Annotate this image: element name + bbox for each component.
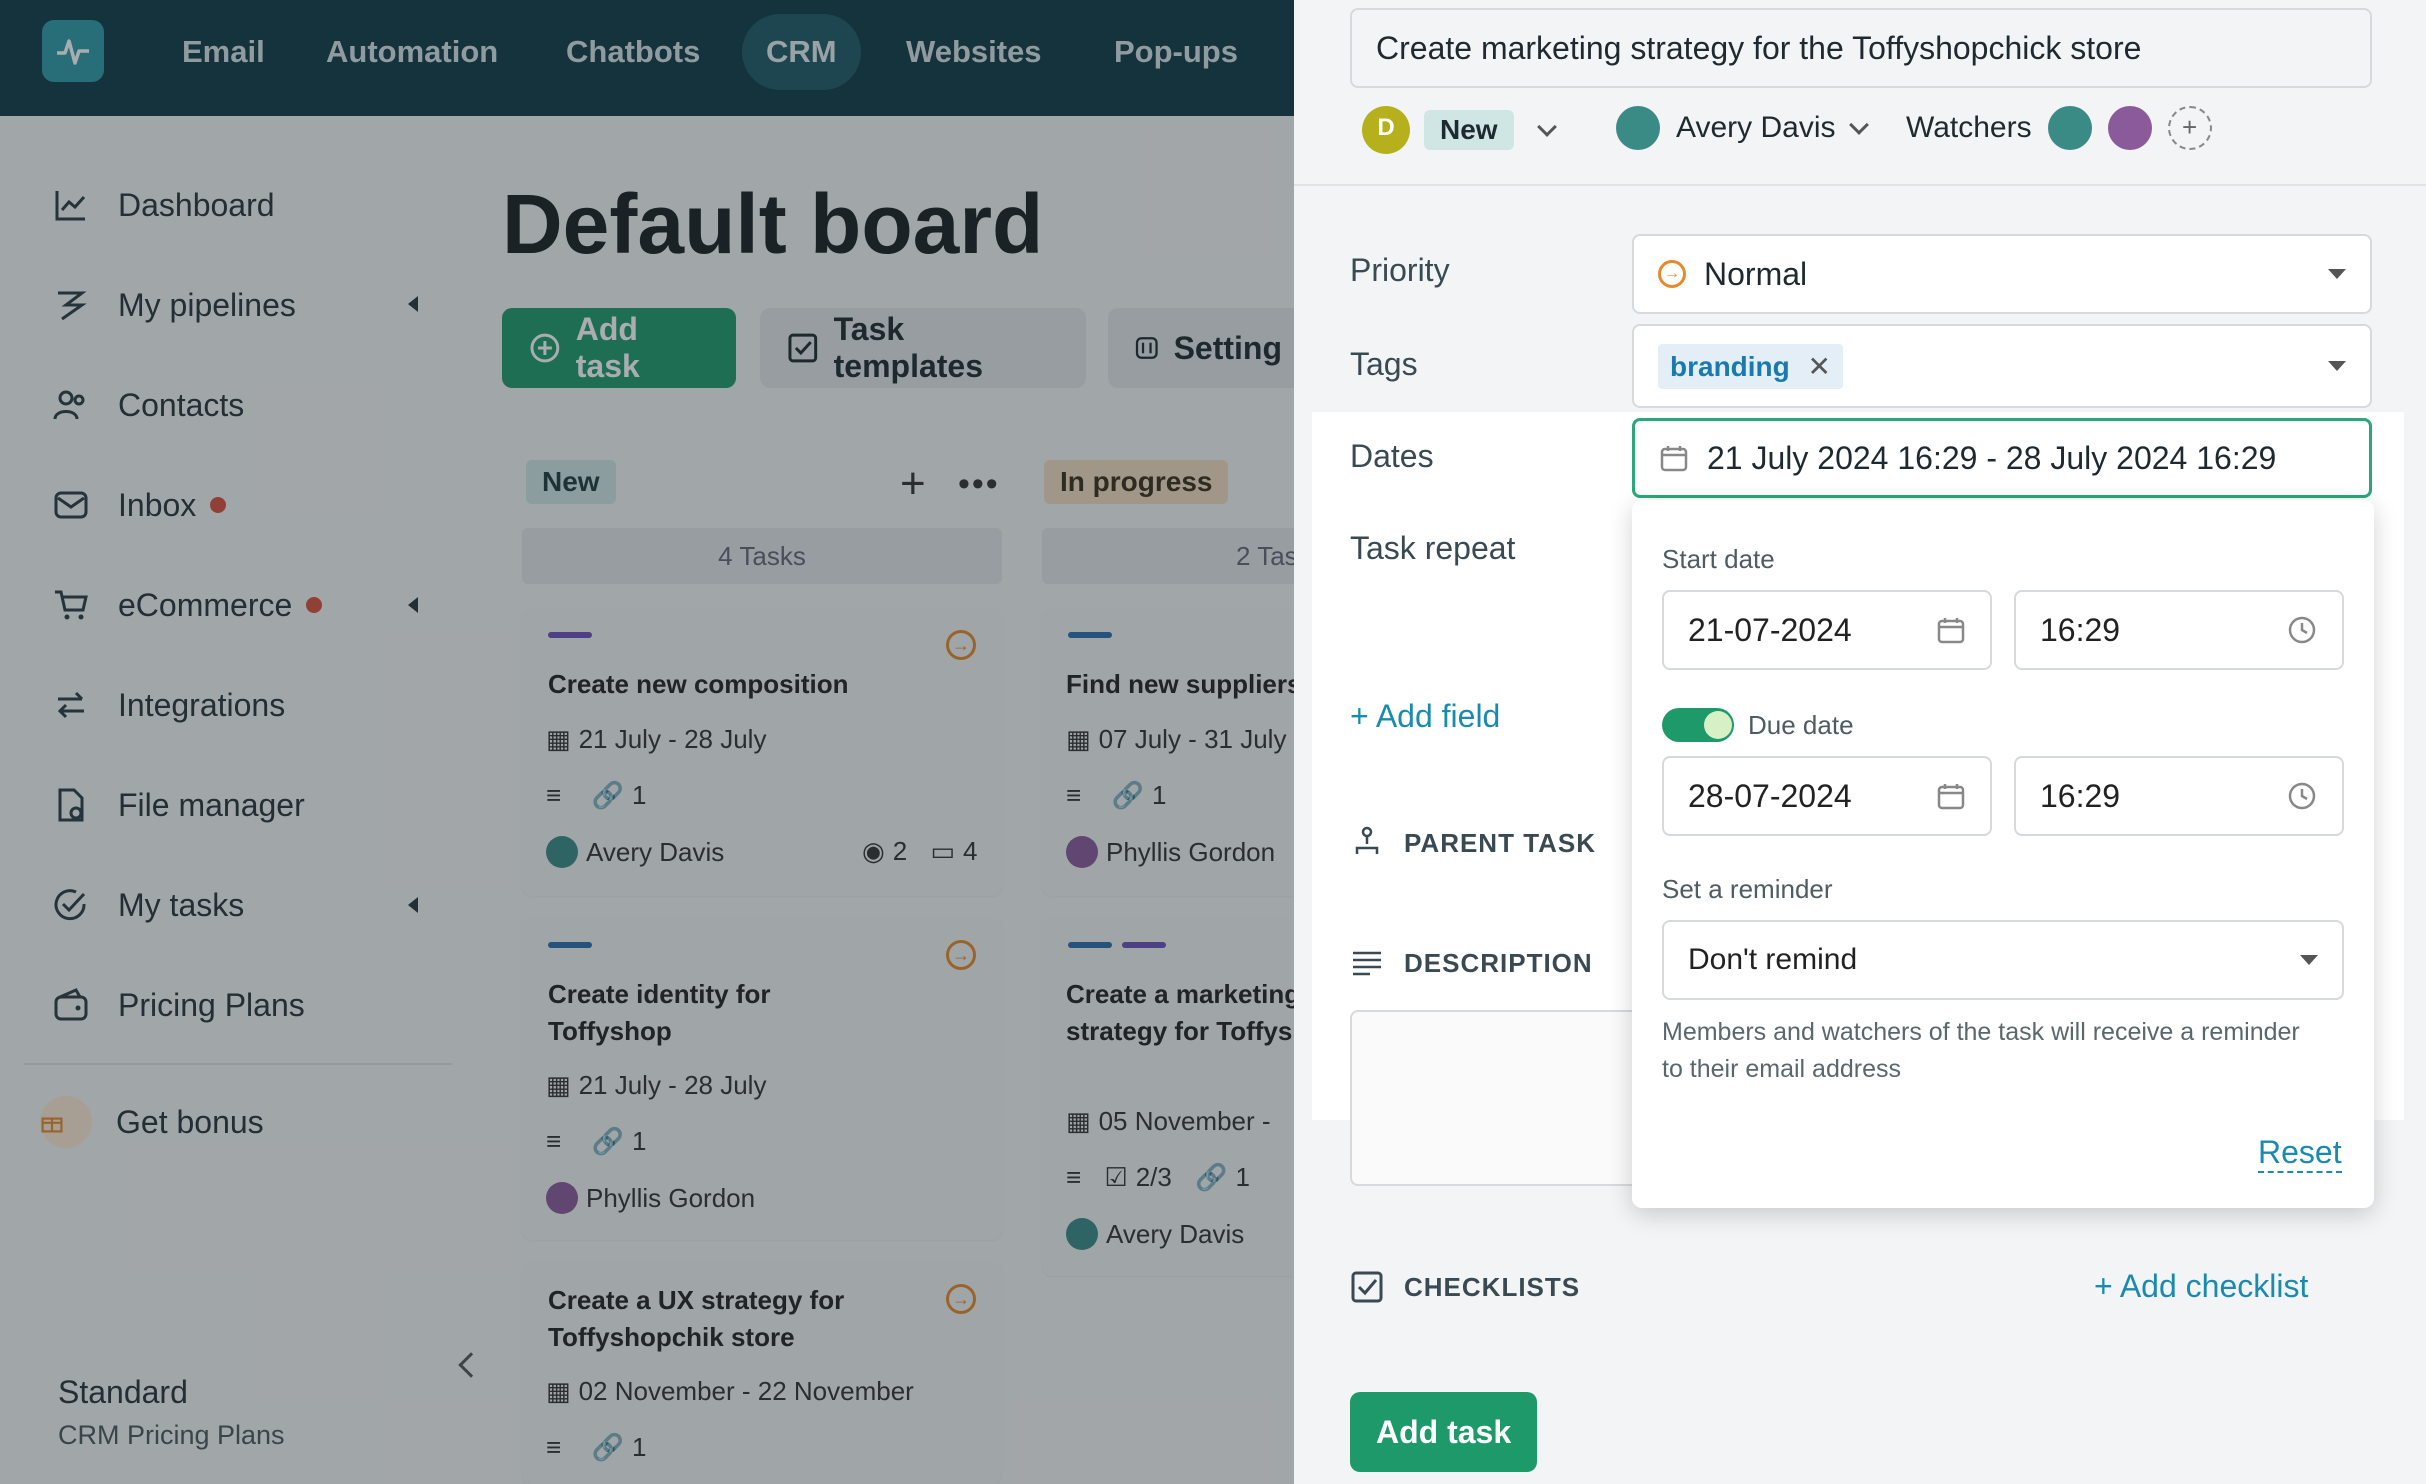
tags-label: Tags <box>1350 346 1418 382</box>
parent-task-section: PARENT TASK <box>1350 826 1596 860</box>
watchers-label: Watchers <box>1906 111 2032 144</box>
assignee-selector[interactable]: Avery Davis <box>1616 106 1869 150</box>
clock-icon[interactable] <box>2286 780 2318 812</box>
caret-down-icon <box>2328 361 2346 371</box>
add-watcher-icon[interactable]: + <box>2167 106 2212 150</box>
add-task-submit-button[interactable]: Add task <box>1350 1392 1538 1472</box>
avatar <box>2047 106 2092 150</box>
priority-select[interactable]: → Normal <box>1632 234 2372 314</box>
status-avatar: D <box>1362 106 1410 154</box>
modal-backdrop[interactable] <box>0 0 1294 1484</box>
start-date-label: Start date <box>1662 544 1775 574</box>
assignee-name: Avery Davis <box>1676 111 1836 144</box>
toggle-knob <box>1704 711 1732 739</box>
calendar-icon[interactable] <box>1936 615 1966 645</box>
due-date-toggle[interactable] <box>1662 708 1734 742</box>
checkbox-icon <box>1351 1271 1383 1303</box>
dates-label: Dates <box>1350 438 1434 474</box>
caret-down-icon <box>2300 955 2318 965</box>
add-checklist-link[interactable]: + Add checklist <box>2094 1268 2308 1305</box>
chevron-down-icon[interactable] <box>1536 117 1557 137</box>
dates-popup: Start date 21-07-2024 16:29 Due date 28-… <box>1632 500 2374 1208</box>
reminder-label: Set a reminder <box>1662 874 1833 904</box>
calendar-icon[interactable] <box>1936 781 1966 811</box>
dates-input[interactable]: 21 July 2024 16:29 - 28 July 2024 16:29 <box>1632 418 2372 498</box>
reminder-hint: Members and watchers of the task will re… <box>1662 1018 2300 1083</box>
task-title-input[interactable]: Create marketing strategy for the Toffys… <box>1350 8 2372 88</box>
due-date-input[interactable]: 28-07-2024 <box>1662 756 1992 836</box>
start-date-input[interactable]: 21-07-2024 <box>1662 590 1992 670</box>
due-date-label: Due date <box>1748 710 1854 740</box>
remove-tag-icon[interactable]: ✕ <box>1808 351 1831 382</box>
reset-link[interactable]: Reset <box>2258 1134 2342 1173</box>
avatar <box>2107 106 2152 150</box>
checklists-section: CHECKLISTS <box>1350 1270 1580 1304</box>
add-field-link[interactable]: + Add field <box>1350 698 1500 735</box>
tags-select[interactable]: branding ✕ <box>1632 324 2372 408</box>
caret-down-icon <box>2328 269 2346 279</box>
tag-chip: branding ✕ <box>1658 343 1844 389</box>
description-section: DESCRIPTION <box>1350 946 1593 980</box>
clock-icon[interactable] <box>2286 614 2318 646</box>
chevron-down-icon <box>1848 115 1869 135</box>
calendar-icon <box>1660 446 1688 472</box>
priority-icon: → <box>1658 260 1686 288</box>
task-status-row: D New <box>1362 106 1557 154</box>
hierarchy-icon <box>1355 826 1379 854</box>
task-repeat-label: Task repeat <box>1350 530 1516 566</box>
reminder-select[interactable]: Don't remind <box>1662 920 2344 1000</box>
avatar <box>1616 106 1660 150</box>
watchers: Watchers + <box>1906 106 2212 150</box>
due-time-input[interactable]: 16:29 <box>2014 756 2344 836</box>
text-lines-icon <box>1353 951 1381 976</box>
start-time-input[interactable]: 16:29 <box>2014 590 2344 670</box>
header-divider <box>1294 184 2426 186</box>
status-badge[interactable]: New <box>1424 110 1514 150</box>
priority-label: Priority <box>1350 252 1450 288</box>
